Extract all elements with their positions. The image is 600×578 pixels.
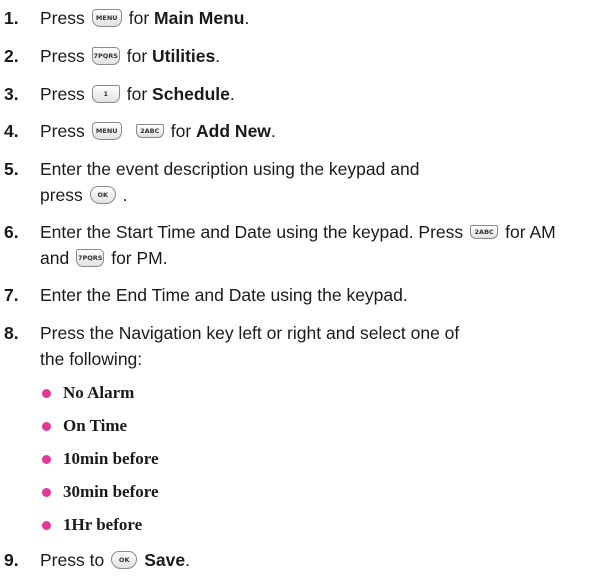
step-text-line1: Enter the Start Time and Date using the … <box>40 221 596 244</box>
list-item: 1Hr before <box>40 514 142 536</box>
list-item: No Alarm <box>40 382 134 404</box>
list-item: On Time <box>40 415 127 437</box>
bullet-icon <box>42 421 51 431</box>
option-label: On Time <box>63 416 128 435</box>
step-text-post: for PM. <box>111 248 168 268</box>
step-number: 5. <box>4 159 19 179</box>
bullet-icon <box>42 388 51 398</box>
step-text-post: for <box>128 8 150 28</box>
step-text-pre: Press <box>40 121 85 141</box>
step-text-post: for <box>126 84 148 104</box>
step-number: 9. <box>4 550 19 570</box>
step-target-label: Save <box>144 550 186 570</box>
step-text-pre: Press to <box>40 550 105 570</box>
step-text-pre: and <box>40 248 70 268</box>
step-end: . <box>244 8 250 28</box>
key-7-icon: 7PQRS <box>91 46 120 65</box>
step-end: . <box>215 46 221 66</box>
step-end: . <box>122 185 128 205</box>
step-text: Press MENU for Main Menu. <box>40 7 596 30</box>
step-end: . <box>270 121 276 141</box>
step-end: . <box>185 550 190 570</box>
key-2-icon: 2ABC <box>470 224 499 239</box>
step-text: Enter the event description using the ke… <box>40 158 520 207</box>
step-text: Press the Navigation key left or right a… <box>40 322 520 371</box>
step-text-pre: Enter the Start Time and Date using the … <box>40 222 464 242</box>
key-1-icon: 1 <box>91 84 120 103</box>
option-label: 10min before <box>63 449 159 468</box>
option-label: 1Hr before <box>63 515 143 534</box>
step-end: . <box>229 84 235 104</box>
key-2-icon: 2ABC <box>135 123 164 138</box>
step-text-pre: press <box>40 185 83 205</box>
step-target-label: Add New <box>196 121 271 141</box>
step-text-line1: Enter the event description using the ke… <box>40 159 420 179</box>
list-item: 10min before <box>40 448 159 470</box>
step-number: 1. <box>4 8 19 28</box>
step-text: Press to OK Save. <box>40 549 596 572</box>
step-text-mid: for AM <box>505 222 556 242</box>
step-number: 2. <box>4 46 19 66</box>
step-target-label: Main Menu <box>154 8 245 28</box>
step-target-label: Schedule <box>152 84 230 104</box>
step-text: Enter the Start Time and Date using the … <box>40 221 596 270</box>
bullet-icon <box>42 520 51 530</box>
option-label: No Alarm <box>63 383 135 402</box>
step-number: 8. <box>4 323 19 343</box>
list-item: 30min before <box>40 481 159 503</box>
step-text-pre: Press <box>40 46 85 66</box>
step-text-line1: Press the Navigation key left or right a… <box>40 323 460 343</box>
step-text: Press MENU 2ABC for Add New. <box>40 120 596 143</box>
step-text-pre: Press <box>40 8 85 28</box>
step-text-pre: Press <box>40 84 85 104</box>
step-number: 4. <box>4 121 19 141</box>
step-text-line2: press OK. <box>40 184 520 207</box>
step-text: Press 7PQRS for Utilities. <box>40 45 596 68</box>
step-text-post: for <box>170 121 192 141</box>
key-7-icon: 7PQRS <box>76 248 105 267</box>
step-number: 3. <box>4 84 19 104</box>
step-text: Enter the End Time and Date using the ke… <box>40 285 408 305</box>
ok-key-icon: OK <box>111 550 138 569</box>
step-number: 6. <box>4 222 19 242</box>
ok-key-icon: OK <box>89 185 116 204</box>
menu-key-icon: MENU <box>91 121 122 140</box>
step-text: Press 1 for Schedule. <box>40 83 596 106</box>
step-text-post: for <box>126 46 148 66</box>
step-text-line2: and 7PQRS for PM. <box>40 247 596 270</box>
step-number: 7. <box>4 285 19 305</box>
option-label: 30min before <box>63 482 159 501</box>
step-target-label: Utilities <box>152 46 216 66</box>
step-text-line2: the following: <box>40 349 143 369</box>
bullet-icon <box>42 487 51 497</box>
bullet-icon <box>42 454 51 464</box>
menu-key-icon: MENU <box>91 8 122 27</box>
